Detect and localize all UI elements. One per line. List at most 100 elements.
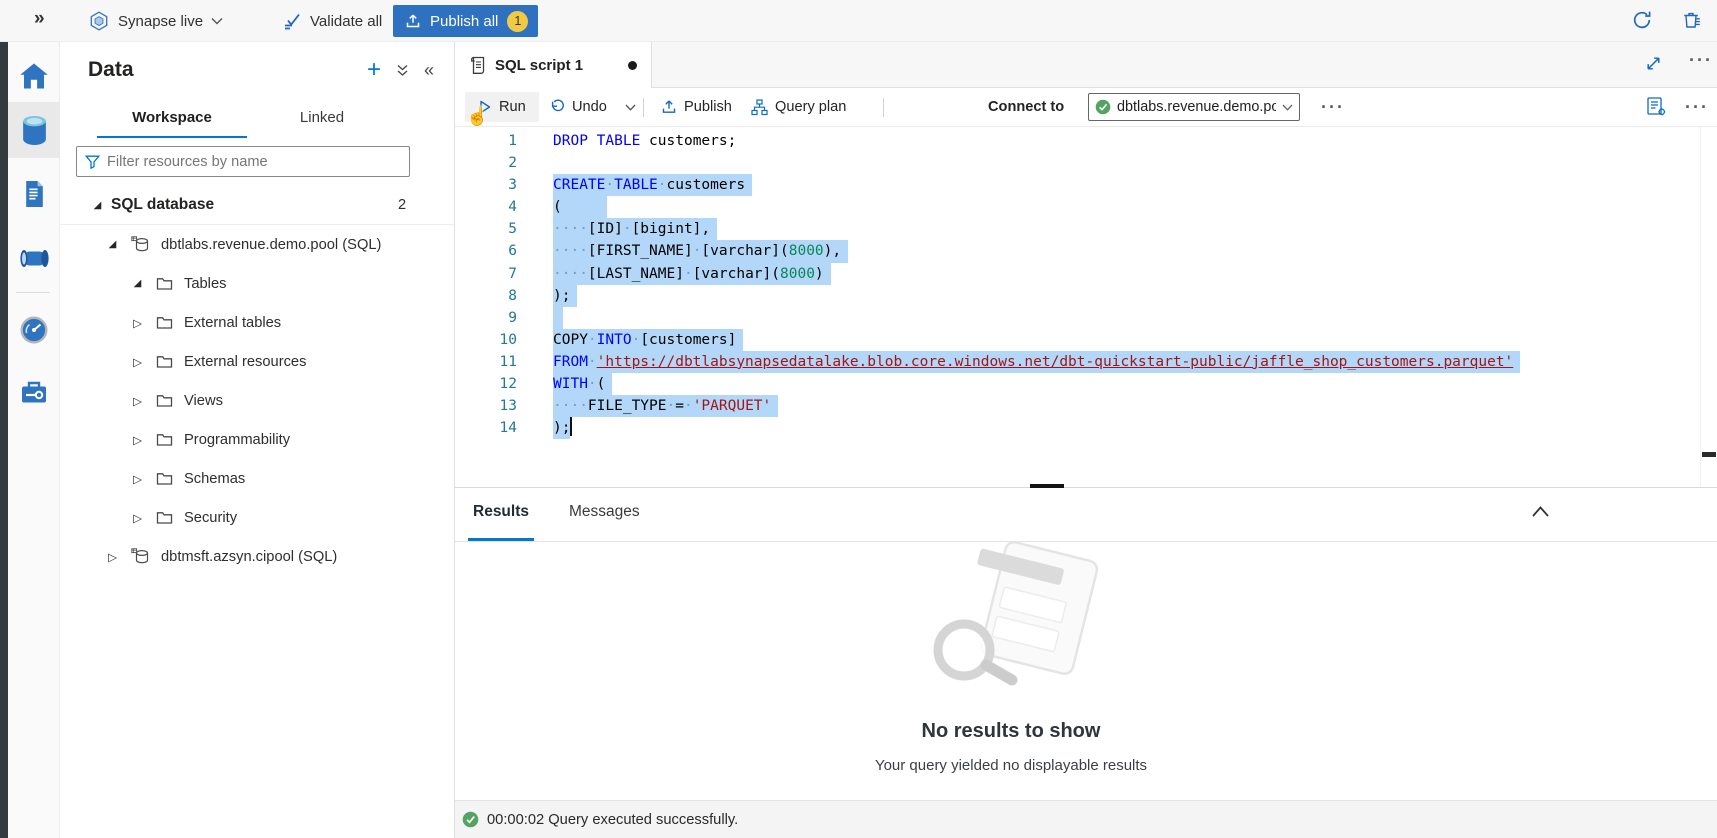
text-cursor xyxy=(570,417,572,436)
undo-redo-dropdown-icon[interactable] xyxy=(621,88,640,126)
mode-label: Synapse live xyxy=(118,13,203,30)
tree-item-schemas[interactable]: ▷ Schemas xyxy=(60,459,454,498)
nav-data[interactable] xyxy=(8,102,60,158)
nav-home[interactable] xyxy=(8,48,60,104)
caret-expanded-icon[interactable]: ◢ xyxy=(105,239,120,250)
tree-item-dbtmsft-azsyn-cipool-sql[interactable]: ▷dbtmsft.azsyn.cipool (SQL) xyxy=(60,537,454,576)
tab-sql-script-1[interactable]: SQL script 1 xyxy=(455,42,652,88)
code-line-4[interactable]: ( xyxy=(553,196,1697,218)
tab-linked[interactable]: Linked xyxy=(247,100,397,138)
tab-messages[interactable]: Messages xyxy=(564,488,645,541)
tree-item-tables[interactable]: ◢Tables xyxy=(60,264,454,303)
refresh-icon[interactable] xyxy=(1631,9,1655,33)
editor-more-actions-icon[interactable]: ··· xyxy=(1685,97,1709,117)
publish-button[interactable]: Publish xyxy=(657,88,736,126)
tree-item-label: Schemas xyxy=(184,471,245,487)
code-line-8[interactable]: ); xyxy=(553,285,1697,307)
line-number: 10 xyxy=(455,329,517,351)
publish-all-button[interactable]: Publish all 1 xyxy=(393,5,538,37)
tab-results[interactable]: Results xyxy=(468,488,534,541)
toolbar-more-icon[interactable]: ··· xyxy=(1321,97,1345,117)
editor-scrollbar[interactable] xyxy=(1700,127,1701,488)
publish-upload-icon xyxy=(405,13,421,29)
code-line-13[interactable]: ····FILE_TYPE·=·'PARQUET' xyxy=(553,395,1697,417)
code-editor[interactable]: 1234567891011121314 DROP TABLE customers… xyxy=(455,127,1717,488)
mode-selector[interactable]: Synapse live xyxy=(88,0,223,42)
collapse-results-chevron-icon[interactable] xyxy=(1531,505,1551,521)
filter-input[interactable] xyxy=(107,154,401,170)
code-line-9[interactable] xyxy=(553,307,1697,329)
code-line-1[interactable]: DROP TABLE customers; xyxy=(553,130,1697,152)
run-button[interactable]: Run xyxy=(465,92,539,122)
code-line-14[interactable]: ); xyxy=(553,417,1697,439)
code-line-7[interactable]: ····[LAST_NAME]·[varchar](8000) xyxy=(553,263,1697,285)
tree-item-dbtlabs-revenue-demo-pool-sql[interactable]: ◢dbtlabs.revenue.demo.pool (SQL) xyxy=(60,225,454,264)
caret-collapsed-icon[interactable]: ▷ xyxy=(130,394,145,408)
tree-item-sql-database[interactable]: ◢SQL database2 xyxy=(60,186,454,225)
tree-item-security[interactable]: ▷Security xyxy=(60,498,454,537)
discard-all-trash-icon[interactable] xyxy=(1681,9,1705,33)
tree-item-programmability[interactable]: ▷ Programmability xyxy=(60,420,454,459)
resource-tree: ◢SQL database2◢dbtlabs.revenue.demo.pool… xyxy=(60,186,454,576)
toolbox-icon xyxy=(19,378,49,406)
caret-expanded-icon[interactable]: ◢ xyxy=(90,200,105,211)
nav-monitor[interactable] xyxy=(8,302,60,358)
query-plan-button[interactable]: Query plan xyxy=(747,88,850,126)
data-explorer-panel: Data + « Workspace Linked ◢SQL database2… xyxy=(60,42,455,838)
code-line-11[interactable]: FROM·'https://dbtlabsynapsedatalake.blob… xyxy=(553,351,1697,373)
line-number: 8 xyxy=(455,285,517,307)
connect-to-label: Connect to xyxy=(988,88,1064,126)
folder-icon xyxy=(156,510,173,525)
collapse-all-icon[interactable] xyxy=(396,64,409,77)
validate-all-button[interactable]: Validate all xyxy=(282,0,382,42)
line-number: 2 xyxy=(455,152,517,174)
caret-collapsed-icon[interactable]: ▷ xyxy=(130,433,145,447)
code-line-12[interactable]: WITH·( xyxy=(553,373,1697,395)
activity-bar xyxy=(0,42,60,838)
nav-manage[interactable] xyxy=(8,364,60,420)
tree-item-external-resources[interactable]: ▷ External resources xyxy=(60,342,454,381)
code-line-6[interactable]: ····[FIRST_NAME]·[varchar](8000), xyxy=(553,240,1697,262)
folder-icon xyxy=(156,393,173,408)
tab-workspace[interactable]: Workspace xyxy=(97,100,247,138)
code-line-2[interactable] xyxy=(553,152,1697,174)
connect-to-pool-select[interactable]: dbtlabs.revenue.demo.pool xyxy=(1088,93,1300,121)
caret-collapsed-icon[interactable]: ▷ xyxy=(130,511,145,525)
caret-expanded-icon[interactable]: ◢ xyxy=(130,278,145,289)
no-results-illustration xyxy=(906,542,1116,700)
line-number: 11 xyxy=(455,351,517,373)
gauge-icon xyxy=(19,315,49,345)
code-area[interactable]: DROP TABLE customers; CREATE·TABLE·custom… xyxy=(553,130,1697,439)
nav-integrate[interactable] xyxy=(8,230,60,286)
code-line-5[interactable]: ····[ID]·[bigint], xyxy=(553,218,1697,240)
caret-collapsed-icon[interactable]: ▷ xyxy=(130,355,145,369)
tree-item-label: External resources xyxy=(184,354,306,370)
properties-icon[interactable] xyxy=(1646,96,1667,117)
nav-develop[interactable] xyxy=(8,166,60,222)
collapse-panel-icon[interactable]: « xyxy=(424,60,434,81)
expand-editor-icon[interactable] xyxy=(1645,55,1665,75)
line-number: 13 xyxy=(455,395,517,417)
caret-collapsed-icon[interactable]: ▷ xyxy=(130,316,145,330)
query-status-bar: 00:00:02 Query executed successfully. xyxy=(455,800,1717,838)
publish-all-label: Publish all xyxy=(430,13,498,30)
scrollbar-marker[interactable] xyxy=(1702,452,1716,457)
caret-collapsed-icon[interactable]: ▷ xyxy=(130,472,145,486)
code-line-10[interactable]: COPY·INTO·[customers] xyxy=(553,329,1697,351)
caret-collapsed-icon[interactable]: ▷ xyxy=(105,550,120,564)
line-number: 1 xyxy=(455,130,517,152)
line-number: 3 xyxy=(455,174,517,196)
add-resource-icon[interactable]: + xyxy=(367,60,381,80)
empty-results-state: No results to show Your query yielded no… xyxy=(455,542,1567,774)
tree-item-external-tables[interactable]: ▷External tables xyxy=(60,303,454,342)
code-line-3[interactable]: CREATE·TABLE·customers xyxy=(553,174,1697,196)
filter-box[interactable] xyxy=(76,146,410,177)
document-icon xyxy=(22,180,47,208)
tab-title: SQL script 1 xyxy=(495,57,583,74)
tree-item-views[interactable]: ▷Views xyxy=(60,381,454,420)
expand-menu-icon[interactable]: » xyxy=(34,8,45,30)
tree-item-label: Programmability xyxy=(184,432,290,448)
query-plan-label: Query plan xyxy=(775,99,846,115)
undo-button[interactable]: Undo xyxy=(545,88,611,126)
tab-more-actions-icon[interactable]: ··· xyxy=(1689,50,1709,70)
